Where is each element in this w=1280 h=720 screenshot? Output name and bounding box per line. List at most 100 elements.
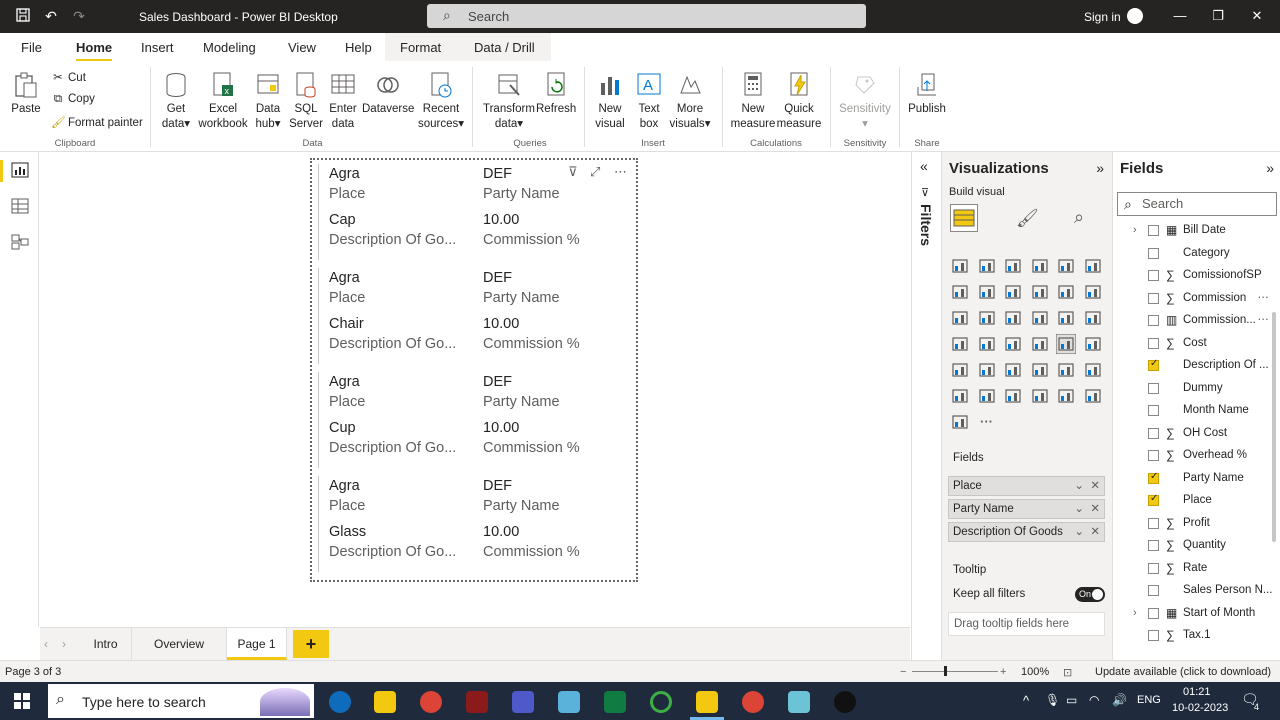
field-search-input[interactable]: Search xyxy=(1117,192,1277,216)
field-checkbox[interactable] xyxy=(1148,585,1159,596)
field-item[interactable]: › ▦ Bill Date xyxy=(1113,221,1280,241)
build-visual-tab[interactable] xyxy=(950,204,978,232)
field-checkbox[interactable] xyxy=(1148,450,1159,461)
ribbon-visual-icon[interactable] xyxy=(1083,282,1103,302)
field-item[interactable]: ∑ ComissionofSP xyxy=(1113,266,1280,286)
gauge-visual-icon[interactable] xyxy=(1003,334,1023,354)
tab-modeling[interactable]: Modeling xyxy=(203,40,256,55)
line-visual-icon[interactable] xyxy=(950,282,970,302)
close-icon[interactable]: ✕ xyxy=(1247,8,1267,24)
format-painter-button[interactable]: 🖌 Format painter xyxy=(51,115,143,129)
more-options-icon[interactable]: ⋯ xyxy=(1258,312,1270,326)
paginated-visual-icon[interactable] xyxy=(1030,386,1050,406)
field-checkbox[interactable] xyxy=(1148,337,1159,349)
report-view-icon[interactable] xyxy=(11,162,29,178)
tab-format[interactable]: Format xyxy=(400,40,441,55)
field-item[interactable]: ∑ Overhead % xyxy=(1113,446,1280,466)
file-explorer-icon[interactable] xyxy=(374,691,396,713)
scrollbar[interactable] xyxy=(1272,312,1276,542)
microphone-icon[interactable]: 🎙 xyxy=(1045,693,1060,707)
redo-icon[interactable]: ↷ xyxy=(70,7,88,25)
100-column-visual-icon[interactable] xyxy=(1083,256,1103,276)
chevron-down-icon[interactable]: ⌄ xyxy=(1074,477,1084,495)
table-visual-icon[interactable] xyxy=(977,360,997,380)
area-visual-icon[interactable] xyxy=(977,282,997,302)
stacked-area-visual-icon[interactable] xyxy=(1003,282,1023,302)
power-apps-visual-icon[interactable] xyxy=(1056,386,1076,406)
collapse-pane-icon[interactable]: » xyxy=(1266,160,1274,176)
keep-filters-toggle[interactable]: On xyxy=(1075,587,1105,602)
r-visual-visual-icon[interactable] xyxy=(1030,360,1050,380)
collapse-pane-icon[interactable]: » xyxy=(1096,160,1104,176)
field-checkbox[interactable] xyxy=(1148,247,1159,259)
excel-workbook-button[interactable]: x Excel workbook xyxy=(197,71,249,132)
field-checkbox[interactable] xyxy=(1148,607,1159,619)
battery-icon[interactable]: ▭ xyxy=(1066,693,1077,707)
maximize-icon[interactable]: ❐ xyxy=(1208,8,1228,24)
dataverse-button[interactable]: Dataverse xyxy=(362,71,414,117)
clustered-column-visual-icon[interactable] xyxy=(1030,256,1050,276)
remove-icon[interactable]: ✕ xyxy=(1090,500,1100,518)
remove-icon[interactable]: ✕ xyxy=(1090,523,1100,541)
format-visual-icon[interactable]: 🖌 xyxy=(1016,208,1039,229)
model-view-icon[interactable] xyxy=(11,234,29,250)
field-checkbox[interactable] xyxy=(1148,562,1159,574)
windows-start-icon[interactable] xyxy=(14,693,30,709)
card-row[interactable]: Agra Place DEF Party Name Cup Description Of … xyxy=(318,372,618,468)
winrar-icon[interactable] xyxy=(466,691,488,713)
sql-server-button[interactable]: SQL Server xyxy=(288,71,324,132)
chevron-down-icon[interactable]: ⌄ xyxy=(1074,523,1084,541)
field-item[interactable]: ∑ Commission ⋯ xyxy=(1113,289,1280,309)
field-item[interactable]: Dummy xyxy=(1113,379,1280,399)
update-available-link[interactable]: Update available (click to download) xyxy=(1095,666,1271,678)
field-checkbox[interactable] xyxy=(1148,292,1159,304)
field-checkbox[interactable] xyxy=(1148,405,1159,416)
volume-icon[interactable]: 🔊 xyxy=(1112,693,1127,707)
line-column-visual-icon[interactable] xyxy=(1030,282,1050,302)
report-canvas[interactable]: ⊽ ⤢ ⋯ Agra Place DEF Party Name Cap Descripti… xyxy=(40,152,910,627)
page-tab-overview[interactable]: Overview xyxy=(132,628,227,660)
field-checkbox[interactable] xyxy=(1148,427,1159,439)
multi-row-card-visual[interactable]: ⊽ ⤢ ⋯ Agra Place DEF Party Name Cap Descripti… xyxy=(310,158,638,582)
page-tab-page-1[interactable]: Page 1 xyxy=(227,628,287,660)
new-visual-button[interactable]: New visual xyxy=(592,71,628,132)
smart-narrative-visual-icon[interactable] xyxy=(1003,386,1023,406)
field-item[interactable]: Party Name xyxy=(1113,469,1280,489)
stacked-column-visual-icon[interactable] xyxy=(977,256,997,276)
refresh-app-icon[interactable] xyxy=(650,691,672,713)
field-item[interactable]: Category xyxy=(1113,244,1280,264)
field-item[interactable]: ∑ Tax.1 xyxy=(1113,626,1280,646)
add-page-button[interactable]: + xyxy=(293,630,329,658)
field-checkbox[interactable] xyxy=(1148,630,1159,641)
card-row[interactable]: Agra Place DEF Party Name Cap Description Of … xyxy=(318,164,618,260)
clock-time[interactable]: 01:21 xyxy=(1183,686,1211,698)
filters-pane-collapsed[interactable]: « ⊽ Filters xyxy=(911,152,942,660)
multi-row-card-visual-icon[interactable] xyxy=(1055,333,1077,355)
slicer-visual-icon[interactable] xyxy=(950,360,970,380)
field-checkbox[interactable] xyxy=(1148,225,1159,236)
recorder-icon[interactable] xyxy=(834,691,856,713)
field-item[interactable]: ∑ OH Cost xyxy=(1113,424,1280,444)
card-row[interactable]: Agra Place DEF Party Name Glass Description O… xyxy=(318,476,618,572)
field-item[interactable]: Sales Person N... xyxy=(1113,581,1280,601)
stacked-bar-visual-icon[interactable] xyxy=(950,256,970,276)
get-data-button[interactable]: Get data▾ xyxy=(157,71,195,132)
transform-data-button[interactable]: Transform data▾ xyxy=(482,71,536,132)
field-checkbox[interactable] xyxy=(1148,540,1159,551)
filters-label[interactable]: Filters xyxy=(918,204,934,246)
taskbar-search[interactable]: ⌕ Type here to search xyxy=(48,684,314,718)
field-checkbox[interactable] xyxy=(1148,382,1159,394)
quick-measure-button[interactable]: Quick measure xyxy=(776,71,822,132)
undo-icon[interactable]: ↶ xyxy=(42,7,60,25)
language-indicator[interactable]: ENG xyxy=(1137,694,1161,706)
new-measure-button[interactable]: New measure xyxy=(730,71,776,132)
map-visual-icon[interactable] xyxy=(950,334,970,354)
analytics-icon[interactable]: ⌕ xyxy=(1074,207,1084,228)
zoom-slider[interactable] xyxy=(912,671,998,672)
zoom-out-icon[interactable]: − xyxy=(900,666,906,678)
title-search-box[interactable]: ⌕ Search xyxy=(427,4,866,28)
excel-taskbar-icon[interactable] xyxy=(604,691,626,713)
power-bi-taskbar-icon[interactable] xyxy=(696,691,718,713)
field-item[interactable]: ∑ Quantity xyxy=(1113,536,1280,556)
field-item[interactable]: › ▦ Start of Month xyxy=(1113,604,1280,624)
